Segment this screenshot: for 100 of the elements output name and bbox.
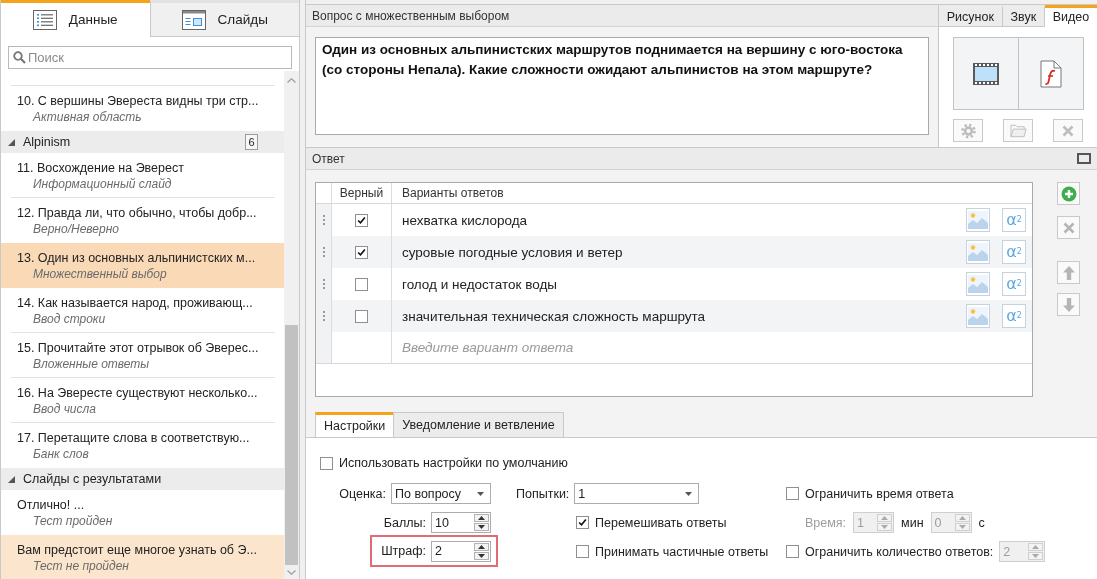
checkbox[interactable]: [355, 245, 368, 259]
scrollbar-thumb[interactable]: [285, 325, 298, 565]
slide-title: 11. Восхождение на Эверест: [17, 160, 184, 176]
limit-time-label[interactable]: Ограничить время ответа: [805, 486, 954, 501]
checkbox[interactable]: [320, 456, 333, 470]
slide-type: Банк слов: [33, 446, 89, 463]
slide-type: Активная область: [33, 109, 142, 126]
picture-icon: [968, 243, 988, 261]
group-header[interactable]: Alpinism 6: [1, 131, 284, 153]
slide-title: 16. На Эвересте существуют несколько...: [17, 385, 258, 401]
points-spinner[interactable]: 10: [431, 512, 491, 533]
group-header[interactable]: Слайды с результатами: [1, 468, 284, 490]
slide-title: 17. Перетащите слова в соответствую...: [17, 430, 250, 446]
points-label: Баллы:: [383, 515, 426, 530]
answer-text: нехватка кислорода: [402, 212, 528, 228]
up-triangle-icon: [881, 516, 889, 520]
scrollbar[interactable]: [284, 71, 299, 579]
decrement-button[interactable]: [474, 551, 489, 560]
seconds-unit: с: [978, 515, 985, 530]
folder-icon: [1009, 122, 1027, 139]
drag-handle-icon[interactable]: [322, 279, 325, 289]
media-tab[interactable]: Видео: [1044, 5, 1097, 27]
slide-type: Множественный выбор: [33, 266, 167, 283]
down-triangle-icon: [478, 525, 485, 529]
checkbox[interactable]: [355, 277, 368, 291]
decrement-button[interactable]: [474, 523, 489, 531]
slide-title: 12. Правда ли, что обычно, чтобы добр...: [17, 205, 257, 221]
insert-image-button[interactable]: [966, 304, 990, 328]
checkbox[interactable]: [576, 516, 589, 529]
increment-button[interactable]: [474, 542, 489, 551]
shuffle-answers-label[interactable]: Перемешивать ответы: [595, 515, 727, 530]
search-field[interactable]: Поиск: [8, 46, 292, 69]
maximize-icon[interactable]: [1077, 153, 1091, 164]
scoring-dropdown[interactable]: По вопросу: [391, 483, 491, 504]
group-title: Слайды с результатами: [23, 472, 162, 486]
up-triangle-icon: [1032, 545, 1040, 549]
settings-tab[interactable]: Уведомление и ветвление: [393, 412, 564, 437]
up-triangle-icon: [958, 516, 966, 520]
slide-title: 13. Один из основных альпинистских м...: [17, 250, 256, 266]
column-header: Варианты ответов: [402, 186, 504, 200]
expanded-triangle-icon[interactable]: [8, 475, 15, 483]
slide-title: 15. Прочитайте этот отрывок об Эверес...: [17, 340, 259, 356]
slide-type: Информационный слайд: [33, 176, 172, 193]
group-title: Alpinism: [23, 135, 71, 149]
checkbox[interactable]: [576, 545, 589, 558]
slides-icon: [181, 9, 206, 30]
drag-handle-icon[interactable]: [322, 247, 325, 257]
up-arrow-icon: [1061, 264, 1076, 281]
attempts-dropdown[interactable]: 1: [574, 483, 700, 504]
checkbox[interactable]: [786, 487, 799, 500]
answer-text: суровые погодные условия и ветер: [402, 244, 623, 260]
add-button[interactable]: [1057, 182, 1080, 205]
up-triangle-icon: [478, 544, 485, 549]
slide-title: Вам предстоит еще многое узнать об Э...: [17, 542, 257, 558]
down-arrow-icon: [1061, 296, 1076, 313]
drag-handle-icon[interactable]: [322, 215, 325, 225]
slide-type: Вложенные ответы: [33, 356, 150, 373]
down-triangle-icon: [958, 525, 966, 529]
answer-text: значительная техническая сложность маршрута: [402, 308, 706, 324]
panel-title: Ответ: [312, 151, 345, 166]
count-badge: 6: [245, 134, 258, 150]
checkbox[interactable]: [355, 213, 368, 227]
slide-list-item[interactable]: 13. Один из основных альпинистских м... Множественный выбор: [1, 243, 284, 288]
insert-image-button[interactable]: [966, 240, 990, 264]
down-triangle-icon: [478, 553, 485, 558]
answer-row[interactable]: значительная техническая сложность маршрута α$^{2}$: [316, 300, 1032, 332]
search-icon: [13, 51, 26, 64]
down-triangle-icon: [881, 525, 889, 529]
sidebar-tab[interactable]: Слайды: [149, 0, 299, 37]
gear-icon: [959, 122, 977, 139]
close-icon: [1062, 124, 1074, 137]
slide-title: 14. Как называется народ, проживающ...: [17, 295, 253, 311]
minutes-unit: мин: [901, 515, 924, 530]
slide-title: Отлично! ...: [17, 497, 85, 513]
insert-image-button[interactable]: [966, 208, 990, 232]
plus-circle-icon: [1060, 185, 1077, 202]
partial-answers-label[interactable]: Принимать частичные ответы: [595, 544, 769, 559]
slide-list-item[interactable]: Вам предстоит еще многое узнать об Э... Тест не пройден: [1, 535, 284, 579]
increment-button[interactable]: [474, 514, 489, 522]
media-tab[interactable]: Звук: [1002, 5, 1045, 27]
default-settings-label[interactable]: Использовать настройки по умолчанию: [339, 456, 568, 470]
expanded-triangle-icon[interactable]: [8, 138, 15, 146]
caret-icon: [685, 491, 693, 496]
question-text-field[interactable]: Один из основных альпинистских маршрутов поднимается на вершину с юго-востока (со стороны Непала). Какие сложности ожидают альпинистов на этом маршруте?: [315, 37, 929, 135]
penalty-label: Штраф:: [381, 544, 426, 558]
penalty-spinner[interactable]: 2: [431, 540, 491, 562]
checkbox[interactable]: [355, 309, 368, 323]
picture-icon: [968, 275, 988, 293]
slide-type: Верно/Неверно: [33, 221, 119, 238]
settings-tab[interactable]: Настройки: [315, 412, 395, 437]
panel-title: Вопрос с множественным выбором: [312, 8, 510, 23]
answer-text: голод и недостаток воды: [402, 276, 558, 292]
chevron-down-icon[interactable]: [287, 569, 296, 575]
drag-handle-icon[interactable]: [322, 311, 325, 321]
media-tab[interactable]: Рисунок: [939, 5, 1003, 27]
answer-row[interactable]: суровые погодные условия и ветер α$^{2}$: [316, 236, 1032, 268]
slide-type: Ввод строки: [33, 311, 106, 328]
insert-image-button[interactable]: [966, 272, 990, 296]
slide-type: Тест не пройден: [33, 558, 129, 575]
chevron-up-icon[interactable]: [287, 77, 296, 83]
